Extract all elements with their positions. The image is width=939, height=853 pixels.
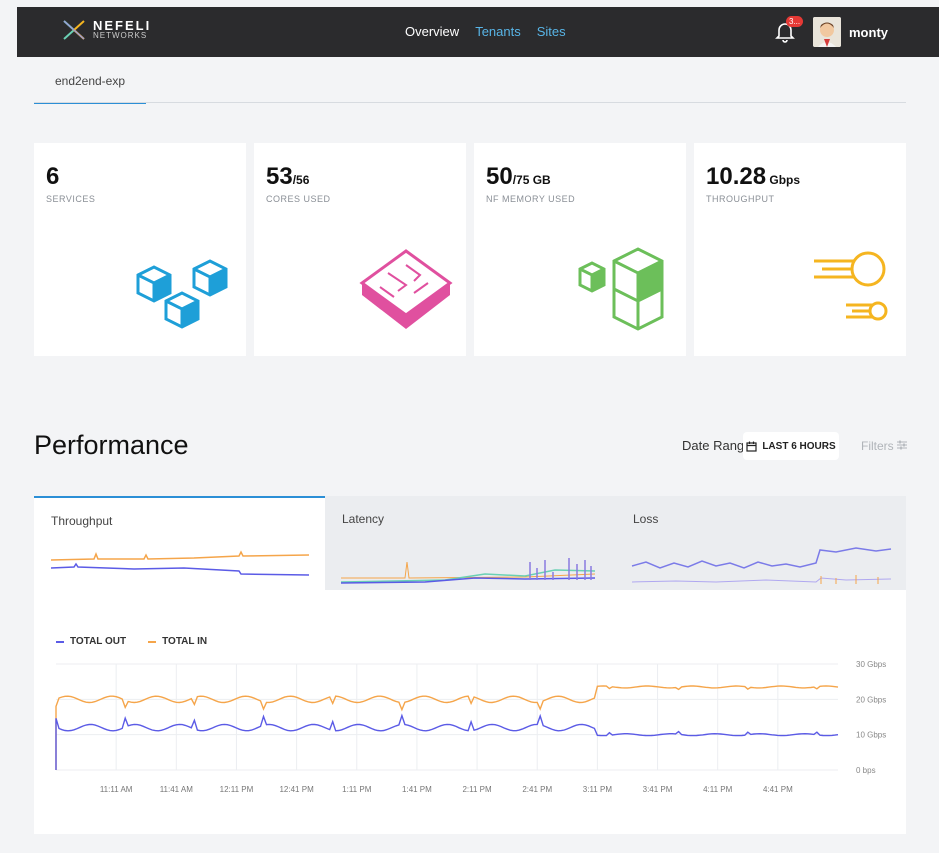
y-tick-label: 30 Gbps (856, 660, 886, 669)
y-tick-label: 20 Gbps (856, 695, 886, 704)
avatar[interactable] (813, 17, 841, 47)
top-navbar: NEFELI NETWORKS Overview Tenants Sites 3… (17, 7, 939, 57)
throughput-icon (814, 251, 888, 321)
loss-sparkline (631, 547, 892, 584)
nav-item-sites[interactable]: Sites (537, 24, 566, 39)
filters-button[interactable]: Filters (861, 439, 908, 453)
cubes-icon (136, 259, 228, 329)
tab-end2end-exp[interactable]: end2end-exp (34, 72, 146, 104)
tab-label: Latency (342, 512, 385, 526)
throughput-chart-panel: TOTAL OUT TOTAL IN 30 Gbps 20 Gbps 10 Gbps… (34, 590, 906, 834)
series-line-total-out (55, 713, 839, 770)
stat-card-cores[interactable]: 53/56 CORES USED (254, 143, 466, 356)
nefeli-logo-icon (63, 19, 85, 40)
stat-label: THROUGHPUT (706, 194, 775, 204)
x-tick-label: 2:41 PM (522, 785, 552, 794)
tab-throughput[interactable]: Throughput (34, 496, 325, 590)
date-range-button[interactable]: LAST 6 HOURS (743, 432, 839, 460)
stat-value: 53/56 (266, 163, 310, 190)
stat-label: NF MEMORY USED (486, 194, 576, 204)
throughput-sparkline (50, 550, 310, 576)
memory-cubes-icon (578, 247, 664, 331)
stat-value: 50/75 GB (486, 163, 551, 190)
tab-loss[interactable]: Loss (616, 496, 906, 590)
brand-subtitle: NETWORKS (93, 31, 148, 40)
date-range-value: LAST 6 HOURS (762, 440, 836, 452)
x-tick-label: 4:41 PM (763, 785, 793, 794)
tab-latency[interactable]: Latency (325, 496, 616, 590)
x-tick-label: 12:11 PM (220, 785, 254, 794)
tab-label: end2end-exp (54, 74, 126, 88)
tab-label: Loss (633, 512, 659, 526)
stat-label: SERVICES (46, 194, 96, 204)
x-tick-label: 11:41 AM (160, 785, 194, 794)
tab-divider (34, 102, 906, 103)
stat-value: 6 (46, 163, 60, 190)
notification-badge: 3... (786, 16, 804, 27)
x-tick-label: 1:11 PM (342, 785, 372, 794)
x-tick-label: 3:41 PM (643, 785, 673, 794)
x-tick-label: 3:11 PM (583, 785, 613, 794)
y-tick-label: 10 Gbps (856, 731, 886, 740)
chip-icon (359, 249, 453, 329)
calendar-icon (746, 441, 757, 452)
tab-label: Throughput (51, 514, 113, 528)
nav-item-overview[interactable]: Overview (405, 24, 459, 39)
x-tick-label: 2:11 PM (462, 785, 492, 794)
x-tick-label: 12:41 PM (279, 785, 314, 794)
nav-item-tenants[interactable]: Tenants (475, 24, 521, 39)
series-line-total-in (55, 685, 839, 770)
filters-label: Filters (861, 439, 894, 453)
throughput-line-chart[interactable]: 30 Gbps 20 Gbps 10 Gbps 0 bps 11:11 AM 11:41 … (34, 590, 906, 834)
latency-sparkline (340, 558, 596, 584)
date-range-label: Date Range (682, 438, 752, 453)
stat-card-throughput[interactable]: 10.28 Gbps THROUGHPUT (694, 143, 906, 356)
main-nav: Overview Tenants Sites (405, 24, 566, 39)
x-tick-label: 1:41 PM (402, 785, 432, 794)
username[interactable]: monty (849, 25, 888, 40)
y-tick-label: 0 bps (856, 766, 876, 775)
stat-card-services[interactable]: 6 SERVICES (34, 143, 246, 356)
brand-logo[interactable]: NEFELI NETWORKS (63, 19, 151, 40)
x-tick-label: 4:11 PM (703, 785, 733, 794)
x-tick-label: 11:11 AM (100, 785, 133, 794)
filter-sliders-icon (897, 440, 908, 450)
user-avatar-icon (813, 17, 841, 47)
performance-title: Performance (34, 430, 189, 460)
stat-label: CORES USED (266, 194, 331, 204)
stat-card-memory[interactable]: 50/75 GB NF MEMORY USED (474, 143, 686, 356)
stat-value: 10.28 Gbps (706, 163, 801, 190)
